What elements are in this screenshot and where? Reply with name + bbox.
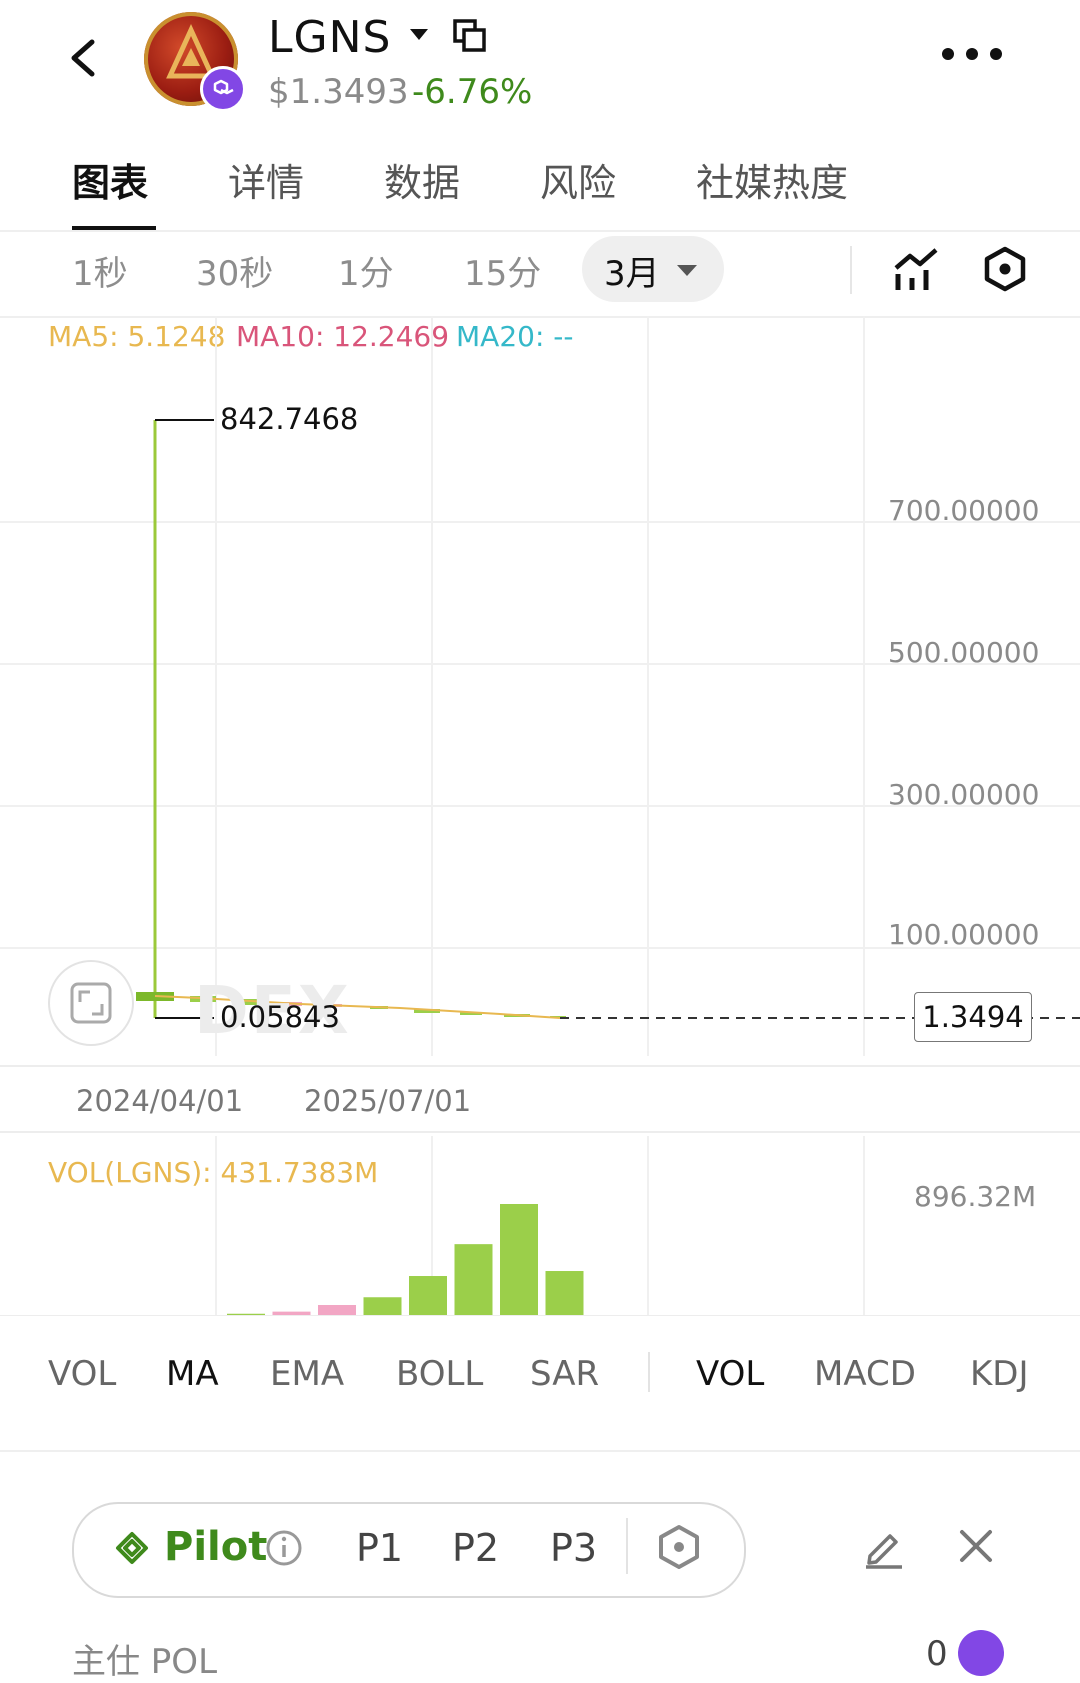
chart-settings-icon[interactable] xyxy=(982,246,1028,296)
dropdown-caret-icon[interactable] xyxy=(408,26,430,46)
tab-data[interactable]: 数据 xyxy=(384,152,460,207)
pilot-settings-icon[interactable] xyxy=(656,1524,702,1574)
info-icon[interactable] xyxy=(264,1528,304,1572)
tab-risk[interactable]: 风险 xyxy=(540,152,616,207)
more-icon[interactable] xyxy=(940,46,1004,66)
x-tick-label: 2024/04/01 xyxy=(76,1084,244,1118)
pilot-logo-icon xyxy=(112,1528,152,1572)
tab-details[interactable]: 详情 xyxy=(228,152,304,207)
price-change: -6.76% xyxy=(412,72,533,112)
indicator-vol-sub[interactable]: VOL xyxy=(696,1354,764,1394)
indicator-kdj[interactable]: KDJ xyxy=(970,1354,1029,1394)
volume-bar xyxy=(409,1276,447,1316)
volume-bars xyxy=(136,1204,584,1316)
divider xyxy=(648,1352,650,1392)
y-tick-label: 300.00000 xyxy=(888,778,1040,811)
timeframe-15m[interactable]: 15分 xyxy=(464,246,541,295)
back-button[interactable] xyxy=(62,36,106,80)
indicator-vol-main[interactable]: VOL xyxy=(48,1354,116,1394)
indicator-boll[interactable]: BOLL xyxy=(396,1354,483,1394)
balance-value: 0 xyxy=(926,1634,948,1674)
indicator-chart-icon[interactable] xyxy=(892,246,940,296)
back-icon xyxy=(71,39,95,77)
timeframe-30s[interactable]: 30秒 xyxy=(196,246,273,295)
preset-p1[interactable]: P1 xyxy=(356,1526,403,1570)
timeframe-selected: 3月 xyxy=(604,254,660,294)
volume-bar xyxy=(318,1305,356,1316)
preset-p3[interactable]: P3 xyxy=(550,1526,597,1570)
volume-bar xyxy=(363,1297,402,1316)
indicator-macd[interactable]: MACD xyxy=(814,1354,916,1394)
pay-token-label[interactable]: 主仕 POL xyxy=(72,1634,217,1683)
token-symbol: LGNS xyxy=(268,12,392,63)
chevron-down-icon xyxy=(676,262,698,281)
polygon-chain-icon xyxy=(200,66,246,112)
expand-chart-button[interactable] xyxy=(48,960,134,1046)
volume-label: VOL(LGNS): 431.7383M xyxy=(48,1156,379,1189)
divider xyxy=(0,1450,1080,1452)
volume-bar xyxy=(500,1204,538,1316)
expand-icon xyxy=(70,982,112,1024)
token-price: $1.3493 xyxy=(268,72,409,112)
divider xyxy=(626,1518,628,1574)
pilot-label[interactable]: Pilot xyxy=(164,1524,267,1570)
tab-chart[interactable]: 图表 xyxy=(72,152,148,207)
y-tick-label: 100.00000 xyxy=(888,918,1040,951)
low-price-label: 0.05843 xyxy=(220,1000,340,1034)
y-tick-label: 500.00000 xyxy=(888,636,1040,669)
current-price-tag: 1.3494 xyxy=(914,992,1032,1042)
preset-p2[interactable]: P2 xyxy=(452,1526,499,1570)
high-price-label: 842.7468 xyxy=(220,402,359,436)
tab-social[interactable]: 社媒热度 xyxy=(696,152,848,207)
indicator-ma[interactable]: MA xyxy=(166,1354,219,1394)
timeframe-1m[interactable]: 1分 xyxy=(338,246,394,295)
edit-icon[interactable] xyxy=(860,1524,906,1574)
divider xyxy=(0,230,1080,232)
volume-bar xyxy=(454,1244,493,1316)
x-tick-label: 2025/07/01 xyxy=(304,1084,472,1118)
timeframe-1s[interactable]: 1秒 xyxy=(72,246,128,295)
close-icon[interactable] xyxy=(958,1528,994,1568)
indicator-ema[interactable]: EMA xyxy=(270,1354,344,1394)
volume-bar xyxy=(545,1271,584,1316)
polygon-token-icon xyxy=(958,1630,1004,1676)
y-tick-label: 700.00000 xyxy=(888,494,1040,527)
copy-icon[interactable] xyxy=(452,18,488,58)
indicator-sar[interactable]: SAR xyxy=(530,1354,599,1394)
divider xyxy=(850,246,852,294)
volume-max-label: 896.32M xyxy=(914,1180,1037,1213)
